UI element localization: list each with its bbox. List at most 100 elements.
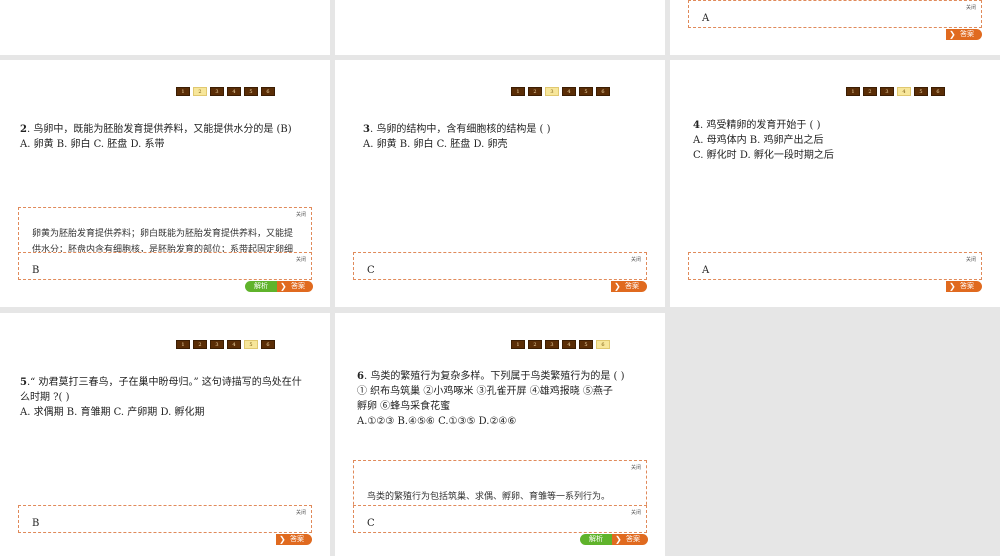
analysis-text: 鸟类的繁殖行为包括筑巢、求偶、孵卵、育雏等一系列行为。 xyxy=(367,492,611,502)
nav-page-5[interactable]: 5 xyxy=(244,340,258,349)
answer-button[interactable]: ❯ 答案 xyxy=(946,29,982,40)
nav-page-2[interactable]: 2 xyxy=(528,87,542,96)
analysis-text: 卵黄为胚胎发育提供养料；卵白既能为胚胎发育提供养料，又能提供水分；胚盘内含有细胞… xyxy=(32,229,294,252)
analysis-box: 关闭 卵黄为胚胎发育提供养料；卵白既能为胚胎发育提供养料，又能提供水分；胚盘内含… xyxy=(18,207,312,255)
question-block: 6. 鸟类的繁殖行为复杂多样。下列属于鸟类繁殖行为的是 ( ) ① 织布鸟筑巢 … xyxy=(357,369,657,429)
question-options: A. 卵黄 B. 卵白 C. 胚盘 D. 卵壳 xyxy=(363,139,508,150)
answer-box: 关闭 B xyxy=(18,505,312,533)
answer-button-label: 答案 xyxy=(960,30,974,38)
chevron-right-icon: ❯ xyxy=(949,30,956,39)
nav-page-4[interactable]: 4 xyxy=(897,87,911,96)
answer-button[interactable]: ❯ 答案 xyxy=(946,281,982,292)
page-nav: 1 2 3 4 5 6 xyxy=(176,87,275,96)
analysis-button[interactable]: 解析 xyxy=(580,534,616,545)
question-text: . 鸡受精卵的发育开始于 ( ) xyxy=(699,120,821,131)
page-nav: 1 2 3 4 5 6 xyxy=(176,340,275,349)
nav-page-3[interactable]: 3 xyxy=(210,340,224,349)
nav-page-6[interactable]: 6 xyxy=(596,87,610,96)
nav-page-4[interactable]: 4 xyxy=(562,340,576,349)
slide-q4: 1 2 3 4 5 6 4. 鸡受精卵的发育开始于 ( ) A. 母鸡体内 B.… xyxy=(670,60,1000,307)
nav-page-6[interactable]: 6 xyxy=(261,87,275,96)
nav-page-1[interactable]: 1 xyxy=(511,87,525,96)
answer-button-label: 答案 xyxy=(960,282,974,290)
page-nav: 1 2 3 4 5 6 xyxy=(511,87,610,96)
question-items: ① 织布鸟筑巢 ②小鸡啄米 ③孔雀开屏 ④雄鸡报晓 ⑤燕子 xyxy=(357,386,613,397)
nav-page-6[interactable]: 6 xyxy=(261,340,275,349)
answer-box: 关闭 C xyxy=(353,505,647,533)
nav-page-6[interactable]: 6 xyxy=(596,340,610,349)
nav-page-3[interactable]: 3 xyxy=(210,87,224,96)
question-stem: 4. 鸡受精卵的发育开始于 ( ) xyxy=(693,118,983,133)
answer-button[interactable]: ❯ 答案 xyxy=(277,281,313,292)
nav-page-4[interactable]: 4 xyxy=(227,340,241,349)
question-block: 2. 鸟卵中，既能为胚胎发育提供养料，又能提供水分的是 (B) A. 卵黄 B.… xyxy=(20,122,320,152)
nav-page-4[interactable]: 4 xyxy=(562,87,576,96)
question-number: 3 xyxy=(363,124,370,135)
nav-page-6[interactable]: 6 xyxy=(931,87,945,96)
answer-button-label: 答案 xyxy=(291,282,305,290)
chevron-right-icon: ❯ xyxy=(614,282,621,291)
question-stem: 3. 鸟卵的结构中，含有细胞核的结构是 ( ) xyxy=(363,122,653,137)
question-items: 孵卵 ⑥蜂鸟采食花蜜 xyxy=(357,401,451,412)
nav-page-4[interactable]: 4 xyxy=(227,87,241,96)
answer-button-label: 答案 xyxy=(626,535,640,543)
close-button[interactable]: 关闭 xyxy=(631,256,641,263)
answer-button[interactable]: ❯ 答案 xyxy=(612,534,648,545)
close-button[interactable]: 关闭 xyxy=(966,4,976,11)
close-button[interactable]: 关闭 xyxy=(631,509,641,516)
chevron-right-icon: ❯ xyxy=(279,535,286,544)
question-options: A. 求偶期 B. 育雏期 C. 产卵期 D. 孵化期 xyxy=(20,407,205,418)
answer-button-label: 答案 xyxy=(625,282,639,290)
question-number: 4 xyxy=(693,120,700,131)
answer-text: C xyxy=(367,518,375,529)
close-button[interactable]: 关闭 xyxy=(296,509,306,516)
answer-box: 关闭 A xyxy=(688,0,982,28)
nav-page-2[interactable]: 2 xyxy=(193,87,207,96)
question-number: 6 xyxy=(357,371,364,382)
nav-page-1[interactable]: 1 xyxy=(176,340,190,349)
nav-page-1[interactable]: 1 xyxy=(511,340,525,349)
question-block: 3. 鸟卵的结构中，含有细胞核的结构是 ( ) A. 卵黄 B. 卵白 C. 胚… xyxy=(363,122,653,152)
answer-box: 关闭 C xyxy=(353,252,647,280)
question-number: 5 xyxy=(20,377,27,388)
chevron-right-icon: ❯ xyxy=(949,282,956,291)
nav-page-2[interactable]: 2 xyxy=(863,87,877,96)
question-options: A.①②③ B.④⑤⑥ C.①③⑤ D.②④⑥ xyxy=(357,416,517,427)
close-button[interactable]: 关闭 xyxy=(296,211,306,218)
question-options: C. 孵化时 D. 孵化一段时期之后 xyxy=(693,150,834,161)
slide-q6: 1 2 3 4 5 6 6. 鸟类的繁殖行为复杂多样。下列属于鸟类繁殖行为的是 … xyxy=(335,313,665,556)
nav-page-2[interactable]: 2 xyxy=(193,340,207,349)
answer-text: A xyxy=(702,13,710,24)
slide-q2: 1 2 3 4 5 6 2. 鸟卵中，既能为胚胎发育提供养料，又能提供水分的是 … xyxy=(0,60,330,307)
slide-q5: 1 2 3 4 5 6 5.“ 劝君莫打三春鸟，子在巢中盼母归。” 这句诗描写的… xyxy=(0,313,330,556)
nav-page-1[interactable]: 1 xyxy=(846,87,860,96)
nav-page-1[interactable]: 1 xyxy=(176,87,190,96)
answer-button[interactable]: ❯ 答案 xyxy=(611,281,647,292)
nav-page-5[interactable]: 5 xyxy=(244,87,258,96)
nav-page-3[interactable]: 3 xyxy=(545,87,559,96)
question-text: .“ 劝君莫打三春鸟，子在巢中盼母归。” 这句诗描写的鸟处在什么时期 ?( ) xyxy=(20,377,302,403)
nav-page-3[interactable]: 3 xyxy=(880,87,894,96)
close-button[interactable]: 关闭 xyxy=(966,256,976,263)
slide-top-middle xyxy=(335,0,665,55)
chevron-right-icon: ❯ xyxy=(615,535,622,544)
question-stem: 6. 鸟类的繁殖行为复杂多样。下列属于鸟类繁殖行为的是 ( ) xyxy=(357,369,657,384)
nav-page-5[interactable]: 5 xyxy=(579,340,593,349)
analysis-button[interactable]: 解析 xyxy=(245,281,281,292)
answer-text: C xyxy=(367,265,375,276)
slide-top-left xyxy=(0,0,330,55)
answer-text: B xyxy=(32,265,40,276)
question-text: . 鸟卵中，既能为胚胎发育提供养料，又能提供水分的是 (B) xyxy=(26,124,292,135)
answer-text: B xyxy=(32,518,40,529)
question-options: A. 卵黄 B. 卵白 C. 胚盘 D. 系带 xyxy=(20,139,165,150)
question-block: 4. 鸡受精卵的发育开始于 ( ) A. 母鸡体内 B. 鸡卵产出之后 C. 孵… xyxy=(693,118,983,163)
answer-button[interactable]: ❯ 答案 xyxy=(276,534,312,545)
answer-button-label: 答案 xyxy=(290,535,304,543)
nav-page-5[interactable]: 5 xyxy=(579,87,593,96)
nav-page-2[interactable]: 2 xyxy=(528,340,542,349)
nav-page-3[interactable]: 3 xyxy=(545,340,559,349)
nav-page-5[interactable]: 5 xyxy=(914,87,928,96)
close-button[interactable]: 关闭 xyxy=(296,256,306,263)
question-number: 2 xyxy=(20,124,27,135)
close-button[interactable]: 关闭 xyxy=(631,464,641,471)
